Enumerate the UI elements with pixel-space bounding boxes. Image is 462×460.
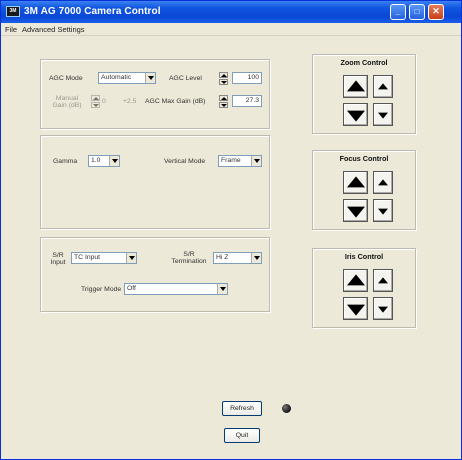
arrow-down-icon	[378, 208, 388, 215]
spin-down-icon[interactable]	[219, 79, 228, 85]
spin-up-icon[interactable]	[219, 72, 228, 78]
focus-control-title: Focus Control	[339, 154, 389, 163]
iris-control-title: Iris Control	[344, 252, 384, 261]
window-title: 3M AG 7000 Camera Control	[24, 6, 161, 17]
sdi-panel: S/R Input TC Input S/R Termination Hi Z …	[40, 237, 270, 312]
iris-control-panel: Iris Control	[312, 248, 416, 328]
agc-panel: AGC Mode Automatic AGC Level 100 Manual …	[40, 59, 270, 129]
title-bar[interactable]: 3M 3M AG 7000 Camera Control _ □ ✕	[1, 1, 461, 23]
focus-far-slow-button[interactable]	[373, 171, 393, 194]
maximize-button[interactable]: □	[409, 4, 425, 20]
chevron-down-icon	[251, 253, 261, 263]
gamma-value: 1.0	[91, 157, 101, 164]
vertical-mode-value: Frame	[221, 157, 241, 164]
agc-level-input[interactable]: 100	[232, 72, 262, 84]
iris-open-fast-button[interactable]	[343, 269, 368, 292]
sr-termination-select[interactable]: Hi Z	[213, 252, 262, 264]
sr-termination-value: Hi Z	[216, 254, 229, 261]
focus-far-fast-button[interactable]	[343, 171, 368, 194]
sr-input-value: TC Input	[74, 254, 101, 261]
gamma-select[interactable]: 1.0	[88, 155, 120, 167]
spin-up-icon[interactable]	[219, 95, 228, 101]
arrow-down-icon	[378, 112, 388, 119]
quit-button[interactable]: Quit	[224, 428, 260, 443]
iris-close-slow-button[interactable]	[373, 297, 393, 320]
chevron-down-icon	[217, 284, 227, 294]
agc-max-gain-spinner[interactable]	[219, 95, 228, 108]
vertical-mode-select[interactable]: Frame	[218, 155, 262, 167]
zoom-out-fast-button[interactable]	[343, 103, 368, 126]
arrow-down-icon	[346, 304, 365, 316]
sr-input-label: S/R Input	[50, 252, 66, 266]
minimize-button[interactable]: _	[390, 4, 406, 20]
app-icon: 3M	[6, 6, 20, 17]
zoom-in-slow-button[interactable]	[373, 75, 393, 98]
agc-max-gain-label: AGC Max Gain (dB)	[145, 98, 206, 105]
arrow-up-icon	[378, 178, 388, 185]
focus-control-panel: Focus Control	[312, 150, 416, 230]
close-button[interactable]: ✕	[428, 4, 444, 20]
trigger-mode-label: Trigger Mode	[81, 286, 122, 293]
zoom-control-title: Zoom Control	[340, 58, 388, 67]
video-panel: Gamma 1.0 Vertical Mode Frame	[40, 135, 270, 229]
vertical-mode-label: Vertical Mode	[164, 158, 206, 165]
chevron-down-icon	[251, 156, 261, 166]
manual-gain-right-value: +2.5	[123, 98, 137, 105]
menu-advanced-settings[interactable]: Advanced Settings	[22, 25, 85, 34]
agc-mode-value: Automatic	[101, 74, 132, 81]
trigger-mode-select[interactable]: Off	[124, 283, 228, 295]
chevron-down-icon	[145, 73, 155, 83]
spin-up-icon[interactable]	[91, 95, 100, 101]
spin-down-icon[interactable]	[91, 102, 100, 108]
menu-bar: File Advanced Settings	[1, 23, 461, 36]
iris-open-slow-button[interactable]	[373, 269, 393, 292]
sr-termination-label: S/R Termination	[171, 251, 207, 265]
chevron-down-icon	[126, 253, 136, 263]
arrow-down-icon	[378, 306, 388, 313]
app-window: 3M 3M AG 7000 Camera Control _ □ ✕ File …	[0, 0, 462, 460]
manual-gain-label: Manual Gain (dB)	[52, 95, 82, 109]
arrow-up-icon	[346, 79, 365, 91]
chevron-down-icon	[109, 156, 119, 166]
arrow-down-icon	[346, 206, 365, 218]
agc-max-gain-input[interactable]: 27.3	[232, 95, 262, 107]
arrow-up-icon	[378, 82, 388, 89]
menu-file[interactable]: File	[5, 25, 17, 34]
spin-down-icon[interactable]	[219, 102, 228, 108]
arrow-down-icon	[346, 110, 365, 122]
agc-mode-select[interactable]: Automatic	[98, 72, 156, 84]
zoom-out-slow-button[interactable]	[373, 103, 393, 126]
gamma-label: Gamma	[53, 158, 78, 165]
sr-input-select[interactable]: TC Input	[71, 252, 137, 264]
zoom-control-panel: Zoom Control	[312, 54, 416, 134]
arrow-up-icon	[346, 175, 365, 187]
client-area: AGC Mode Automatic AGC Level 100 Manual …	[2, 37, 460, 458]
focus-near-slow-button[interactable]	[373, 199, 393, 222]
agc-mode-label: AGC Mode	[49, 75, 83, 82]
manual-gain-spinner[interactable]	[91, 95, 100, 108]
focus-near-fast-button[interactable]	[343, 199, 368, 222]
zoom-in-fast-button[interactable]	[343, 75, 368, 98]
trigger-mode-value: Off	[127, 285, 136, 292]
status-led-icon	[282, 404, 291, 413]
agc-level-spinner[interactable]	[219, 72, 228, 85]
iris-close-fast-button[interactable]	[343, 297, 368, 320]
manual-gain-value: 0	[102, 98, 106, 105]
arrow-up-icon	[378, 276, 388, 283]
agc-level-label: AGC Level	[169, 75, 202, 82]
arrow-up-icon	[346, 273, 365, 285]
refresh-button[interactable]: Refresh	[222, 401, 262, 416]
